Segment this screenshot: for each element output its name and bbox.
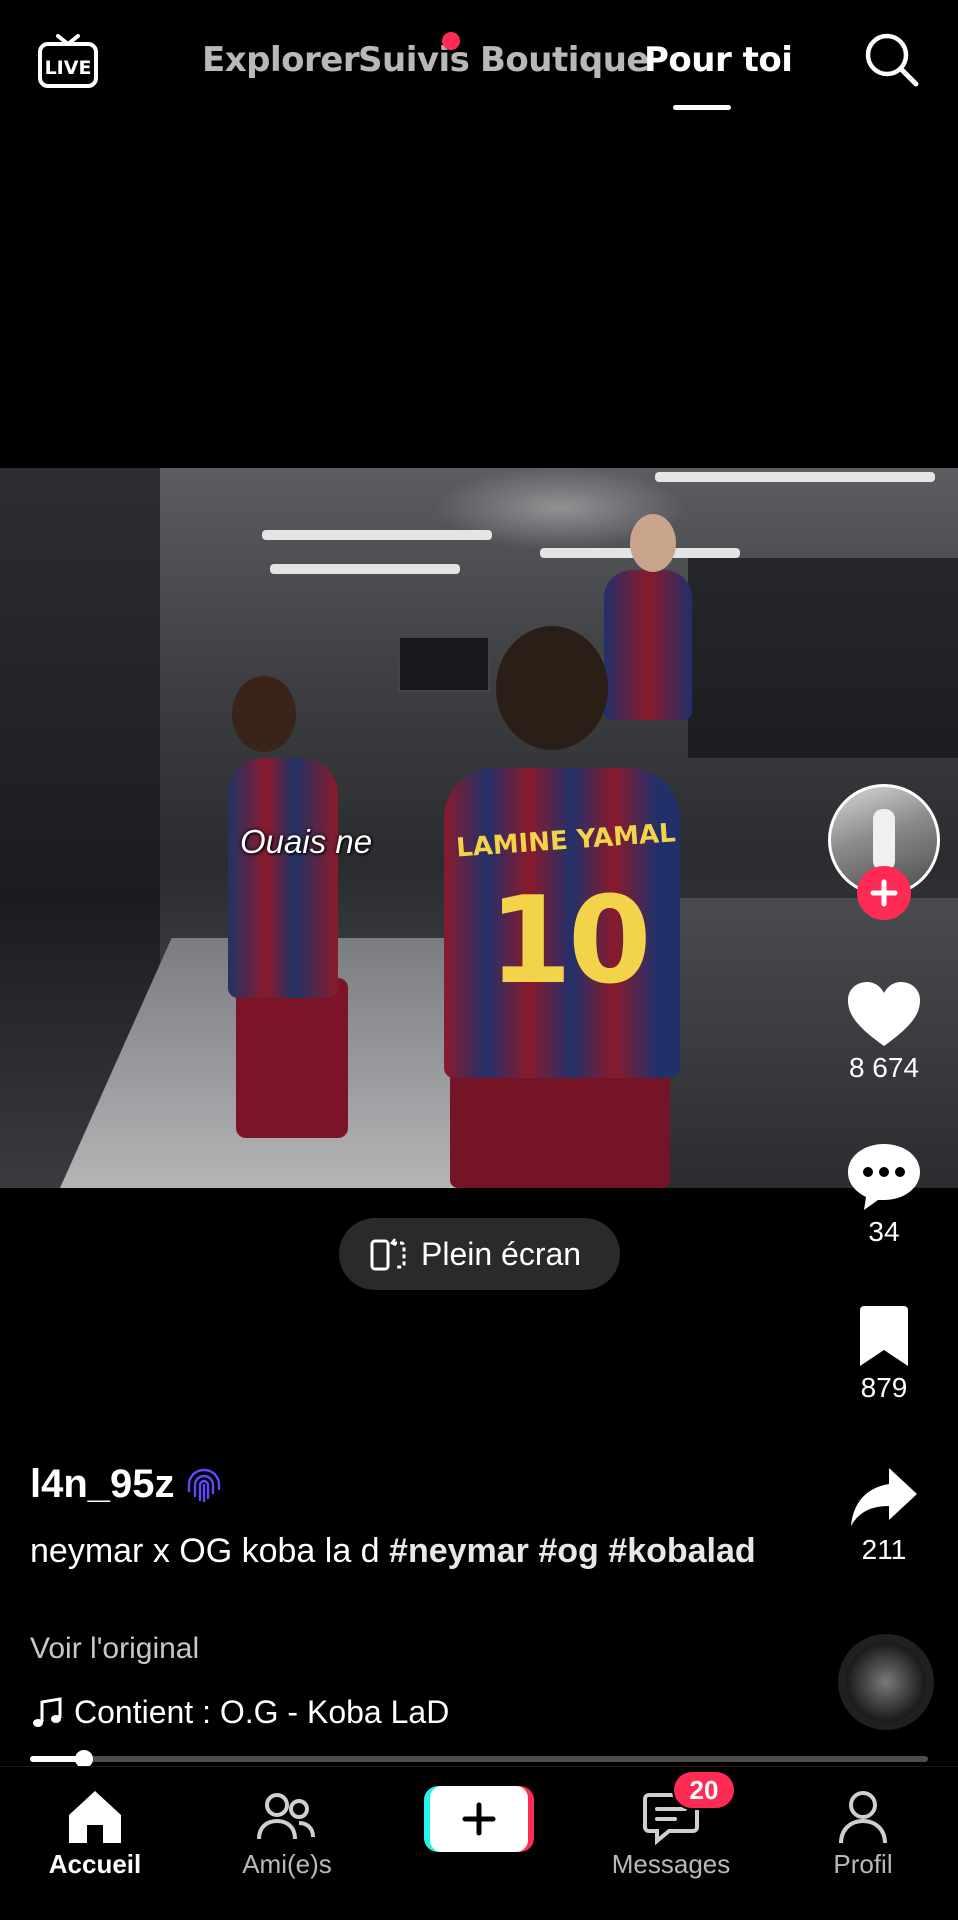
jersey-number: 10 (488, 872, 652, 1011)
nav-profile[interactable]: Profil (788, 1787, 938, 1880)
wall-tv (398, 636, 490, 692)
top-bar: LIVE Explorer Suivis Boutique Pour toi (0, 0, 958, 130)
tab-pour-toi[interactable]: Pour toi (644, 40, 793, 80)
create-button-face (430, 1786, 528, 1852)
active-tab-indicator (673, 105, 731, 110)
player-center-head (496, 626, 608, 750)
post-caption: neymar x OG koba la d #neymar #og #kobal… (30, 1530, 790, 1572)
fullscreen-button[interactable]: Plein écran (339, 1218, 620, 1290)
hashtag-og[interactable]: #og (538, 1532, 598, 1570)
tab-boutique[interactable]: Boutique (480, 40, 650, 80)
like-action[interactable]: 8 674 (824, 980, 944, 1084)
bookmark-action[interactable]: 879 (824, 1304, 944, 1404)
nav-home-label: Accueil (48, 1849, 142, 1879)
profile-icon (839, 1791, 887, 1844)
share-count: 211 (861, 1534, 907, 1565)
ceiling-light (262, 530, 492, 540)
nav-friends-label: Ami(e)s (242, 1849, 332, 1879)
bookmark-count: 879 (860, 1372, 908, 1403)
player-standing-head (630, 514, 676, 572)
music-title: Contient : O.G - Koba LaD (74, 1694, 450, 1730)
player-standing (604, 570, 692, 720)
see-original-link[interactable]: Voir l'original (30, 1632, 199, 1666)
create-button[interactable] (424, 1786, 534, 1852)
plus-icon (462, 1802, 496, 1836)
messages-badge: 20 (672, 1770, 736, 1810)
rotate-fullscreen-icon (370, 1238, 406, 1271)
like-count: 8 674 (848, 1052, 920, 1083)
heart-icon (848, 982, 920, 1046)
ceiling-light (270, 564, 460, 574)
nav-profile-label: Profil (833, 1849, 893, 1879)
nav-messages-label: Messages (611, 1849, 731, 1879)
home-icon (69, 1791, 121, 1843)
comment-count: 34 (868, 1216, 900, 1247)
friends-icon (257, 1793, 315, 1840)
follow-button[interactable] (857, 866, 911, 920)
plus-icon (870, 879, 898, 907)
player-left-shorts (236, 978, 348, 1138)
share-arrow-icon (851, 1468, 917, 1526)
nav-friends[interactable]: Ami(e)s (212, 1787, 362, 1880)
fullscreen-label: Plein écran (421, 1235, 582, 1272)
video-subtitle: Ouais ne (240, 823, 373, 860)
comment-action[interactable]: 34 (824, 1140, 944, 1248)
creator-username[interactable]: l4n_95z (30, 1462, 175, 1507)
ceiling-light (655, 472, 935, 482)
fingerprint-emoji-icon (187, 1468, 220, 1502)
nav-home[interactable]: Accueil (20, 1787, 170, 1880)
hashtag-neymar[interactable]: #neymar (389, 1532, 529, 1570)
feed-tabs: Explorer Suivis Boutique Pour toi (0, 40, 958, 100)
tab-explorer[interactable]: Explorer (202, 40, 360, 80)
music-disc[interactable] (838, 1634, 934, 1730)
music-row[interactable]: Contient : O.G - Koba LaD (30, 1694, 449, 1731)
avatar-figure (873, 809, 895, 871)
video-progress-bar[interactable] (30, 1750, 928, 1768)
video-locker-right (688, 558, 958, 758)
search-icon[interactable] (862, 30, 920, 88)
video-player[interactable]: LAMINE YAMAL 10 Ouais ne (0, 468, 958, 1188)
creator-username-row[interactable]: l4n_95z (30, 1462, 225, 1507)
comment-icon (848, 1144, 920, 1210)
player-left (228, 758, 338, 998)
hashtag-kobalad[interactable]: #kobalad (608, 1532, 755, 1570)
share-action[interactable]: 211 (824, 1466, 944, 1566)
caption-text: neymar x OG koba la d (30, 1532, 390, 1570)
player-left-head (232, 676, 296, 752)
suivis-notification-dot (442, 32, 460, 50)
music-note-icon (33, 1696, 62, 1727)
bookmark-icon (860, 1306, 908, 1366)
